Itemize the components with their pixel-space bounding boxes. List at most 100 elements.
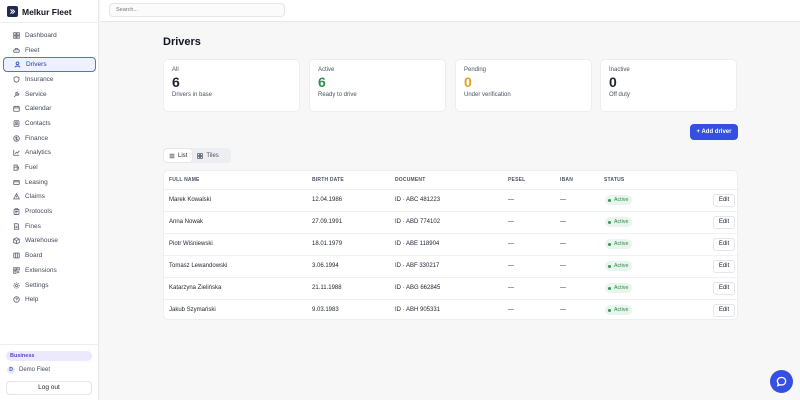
document-id: ID · ABE 118904 [395, 241, 440, 247]
birth-date: 12.04.1986 [312, 197, 343, 203]
column-header-birth-date[interactable]: BIRTH DATE [312, 177, 344, 183]
sidebar-item-fleet[interactable]: Fleet [3, 43, 96, 58]
chart-icon [13, 150, 20, 157]
drivers-table: FULL NAME BIRTH DATE DOCUMENT PESEL IBAN… [163, 170, 739, 322]
sidebar-item-service[interactable]: Service [3, 87, 96, 102]
sidebar-item-calendar[interactable]: Calendar [3, 101, 96, 116]
stat-value: 0 [464, 74, 472, 90]
sidebar-item-settings[interactable]: Settings [3, 278, 96, 293]
sidebar: Melkur Fleet Dashboard Fleet Drivers Ins… [0, 0, 99, 400]
birth-date: 9.03.1983 [312, 307, 339, 313]
add-driver-button[interactable]: + Add driver [690, 124, 738, 140]
chat-button[interactable] [770, 370, 793, 393]
edit-button[interactable]: Edit [713, 238, 735, 251]
iban-value: — [560, 307, 566, 313]
stat-value: 6 [318, 74, 326, 90]
sidebar-item-protocols[interactable]: Protocols [3, 204, 96, 219]
edit-button[interactable]: Edit [713, 216, 735, 229]
birth-date: 21.11.1988 [312, 285, 342, 291]
column-header-status[interactable]: STATUS [604, 177, 624, 183]
pesel-value: — [508, 285, 514, 291]
sidebar-item-claims[interactable]: Claims [3, 190, 96, 205]
column-header-document[interactable]: DOCUMENT [395, 177, 426, 183]
toggle-label: List [178, 152, 188, 159]
sidebar-item-label: Extensions [25, 266, 57, 274]
status-badge: Active [605, 195, 633, 205]
sidebar-item-label: Service [25, 90, 47, 98]
contacts-icon [13, 120, 20, 127]
search-input[interactable] [109, 3, 285, 17]
sidebar-item-label: Warehouse [25, 237, 58, 245]
sidebar-item-label: Analytics [25, 149, 52, 157]
column-header-name[interactable]: FULL NAME [169, 177, 200, 183]
sidebar-item-label: Fleet [25, 46, 40, 54]
sidebar-item-board[interactable]: Board [3, 248, 96, 263]
stat-card-active: Active 6 Ready to drive [309, 59, 446, 112]
help-icon [13, 296, 20, 303]
pesel-value: — [508, 241, 514, 247]
dollar-icon [13, 134, 20, 142]
card-icon [13, 179, 20, 185]
edit-button[interactable]: Edit [713, 282, 735, 295]
table-header: FULL NAME BIRTH DATE DOCUMENT PESEL IBAN… [164, 171, 739, 190]
birth-date: 3.06.1994 [312, 263, 339, 269]
edit-button[interactable]: Edit [713, 260, 735, 273]
sidebar-item-fuel[interactable]: Fuel [3, 160, 96, 175]
stat-card-all: All 6 Drivers in base [163, 59, 300, 112]
column-header-iban[interactable]: IBAN [560, 177, 573, 183]
pesel-value: — [508, 307, 514, 313]
page-title: Drivers [163, 36, 201, 48]
birth-date: 27.09.1991 [312, 219, 343, 225]
edit-button[interactable]: Edit [713, 304, 735, 317]
brand[interactable]: Melkur Fleet [7, 5, 72, 18]
toggle-label: Tiles [206, 152, 219, 159]
sidebar-item-label: Fines [25, 222, 41, 230]
stat-label: Inactive [609, 67, 630, 73]
column-header-pesel[interactable]: PESEL [508, 177, 525, 183]
pesel-value: — [508, 219, 514, 225]
driver-name: Marek Kowalski [169, 197, 212, 203]
table-row[interactable]: Piotr Wiśniewski 18.01.1979 ID · ABE 118… [164, 234, 739, 256]
sidebar-item-drivers[interactable]: Drivers [3, 57, 96, 73]
stat-label: All [172, 67, 179, 73]
sidebar-item-help[interactable]: Help [3, 292, 96, 307]
driver-name: Katarzyna Zielińska [169, 285, 222, 291]
tiles-view-button[interactable]: Tiles [192, 149, 223, 162]
sidebar-item-insurance[interactable]: Insurance [3, 72, 96, 87]
sidebar-item-fines[interactable]: Fines [3, 219, 96, 234]
pesel-value: — [508, 263, 514, 269]
stat-card-inactive: Inactive 0 Off duty [600, 59, 737, 112]
table-row[interactable]: Anna Nowak 27.09.1991 ID · ABD 774102 — … [164, 212, 739, 234]
sidebar-item-finance[interactable]: Finance [3, 131, 96, 146]
board-icon [13, 252, 20, 259]
pesel-value: — [508, 197, 514, 203]
sidebar-nav: Dashboard Fleet Drivers Insurance Servic… [3, 28, 96, 307]
iban-value: — [560, 263, 566, 269]
divider [0, 22, 99, 23]
sidebar-item-warehouse[interactable]: Warehouse [3, 234, 96, 249]
logout-button[interactable]: Log out [6, 381, 92, 395]
view-toggle: List Tiles [163, 148, 231, 163]
fleet-switcher[interactable]: D Demo Fleet [7, 366, 50, 374]
list-icon [169, 153, 175, 158]
stat-label: Pending [464, 67, 487, 73]
table-row[interactable]: Tomasz Lewandowski 3.06.1994 ID · ABF 33… [164, 256, 739, 278]
plan-badge: Business [6, 351, 92, 361]
divider [0, 344, 99, 345]
sidebar-item-leasing[interactable]: Leasing [3, 175, 96, 190]
sidebar-item-label: Protocols [25, 208, 53, 216]
sidebar-item-analytics[interactable]: Analytics [3, 146, 96, 161]
birth-date: 18.01.1979 [312, 241, 343, 247]
stat-value: 0 [609, 74, 617, 90]
status-badge: Active [605, 305, 633, 315]
iban-value: — [560, 241, 566, 247]
sidebar-item-dashboard[interactable]: Dashboard [3, 28, 96, 43]
edit-button[interactable]: Edit [713, 194, 735, 207]
table-row[interactable]: Marek Kowalski 12.04.1986 ID · ABC 48122… [164, 190, 739, 212]
table-row[interactable]: Katarzyna Zielińska 21.11.1988 ID · ABG … [164, 278, 739, 300]
table-row[interactable]: Jakub Szymański 9.03.1983 ID · ABH 90533… [164, 300, 739, 322]
sidebar-item-contacts[interactable]: Contacts [3, 116, 96, 131]
sidebar-item-label: Insurance [25, 75, 54, 83]
list-view-button[interactable]: List [164, 149, 193, 162]
sidebar-item-extensions[interactable]: Extensions [3, 263, 96, 278]
